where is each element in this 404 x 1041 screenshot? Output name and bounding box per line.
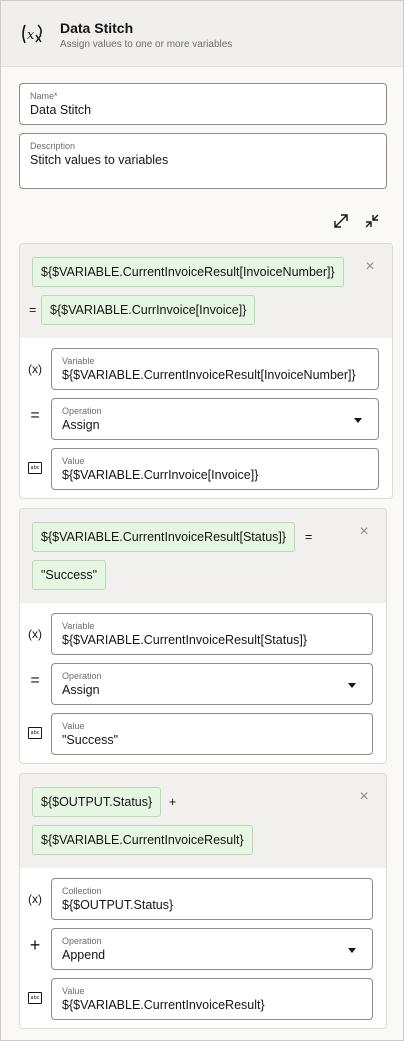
data-stitch-panel: x Data Stitch Assign values to one or mo…	[0, 0, 404, 1041]
collection-field[interactable]: Collection ${$OUTPUT.Status}	[51, 878, 373, 920]
value-field[interactable]: Value "Success"	[51, 713, 373, 755]
collection-chip[interactable]: ${$OUTPUT.Status}	[32, 787, 162, 817]
description-field[interactable]: Description Stitch values to variables	[19, 133, 387, 189]
operator-symbol: =	[29, 303, 37, 317]
value-value[interactable]: "Success"	[62, 733, 118, 747]
variable-label: Variable	[62, 356, 95, 366]
page-subtitle: Assign values to one or more variables	[60, 39, 233, 50]
page-title: Data Stitch	[60, 20, 134, 36]
text-value-icon: abc	[28, 992, 42, 1004]
assignment-card-3: ${$OUTPUT.Status} + ${$VARIABLE.CurrentI…	[19, 773, 387, 1029]
variable-icon: (x)	[28, 362, 42, 376]
assignment-card-1: ${$VARIABLE.CurrentInvoiceResult[Invoice…	[19, 243, 393, 499]
value-field[interactable]: Value ${$VARIABLE.CurrInvoice[Invoice]}	[51, 448, 379, 490]
collection-label: Collection	[62, 886, 102, 896]
x-variable-icon: x	[22, 24, 42, 44]
panel-header: x Data Stitch Assign values to one or mo…	[1, 1, 403, 67]
value-field[interactable]: Value ${$VARIABLE.CurrentInvoiceResult}	[51, 978, 373, 1020]
variable-icon: (x)	[28, 892, 42, 906]
operation-value[interactable]: Assign	[62, 418, 100, 432]
operation-select[interactable]: Operation Append	[51, 928, 373, 970]
card-summary: ${$OUTPUT.Status} + ${$VARIABLE.CurrentI…	[20, 774, 386, 868]
variable-chip[interactable]: ${$VARIABLE.CurrentInvoiceResult[Invoice…	[32, 257, 344, 287]
operation-label: Operation	[62, 936, 102, 946]
variable-label: Variable	[62, 621, 95, 631]
variable-value[interactable]: ${$VARIABLE.CurrentInvoiceResult[Status]…	[62, 633, 307, 647]
equals-icon: =	[30, 407, 40, 424]
expand-icon[interactable]	[332, 212, 350, 230]
operation-select[interactable]: Operation Assign	[51, 398, 379, 440]
collapse-icon[interactable]	[363, 212, 381, 230]
description-label: Description	[30, 141, 76, 151]
chevron-down-icon[interactable]	[348, 683, 356, 688]
value-label: Value	[62, 721, 85, 731]
value-chip[interactable]: "Success"	[32, 560, 107, 590]
assignment-card-2: ${$VARIABLE.CurrentInvoiceResult[Status]…	[19, 508, 387, 764]
text-value-icon: abc	[28, 462, 42, 474]
equals-icon: =	[30, 672, 40, 689]
text-value-icon: abc	[28, 727, 42, 739]
chevron-down-icon[interactable]	[354, 418, 362, 423]
value-value[interactable]: ${$VARIABLE.CurrInvoice[Invoice]}	[62, 468, 258, 482]
card-summary: ${$VARIABLE.CurrentInvoiceResult[Invoice…	[20, 244, 392, 338]
operator-symbol: +	[169, 795, 177, 809]
value-label: Value	[62, 456, 85, 466]
operation-label: Operation	[62, 671, 102, 681]
name-field[interactable]: Name* Data Stitch	[19, 83, 387, 125]
card-summary: ${$VARIABLE.CurrentInvoiceResult[Status]…	[20, 509, 386, 603]
close-icon[interactable]: ×	[363, 259, 377, 275]
variable-icon: (x)	[28, 627, 42, 641]
operation-label: Operation	[62, 406, 102, 416]
operation-value[interactable]: Append	[62, 948, 105, 962]
variable-value[interactable]: ${$VARIABLE.CurrentInvoiceResult[Invoice…	[62, 368, 356, 382]
operator-symbol: =	[305, 530, 313, 544]
value-label: Value	[62, 986, 85, 996]
variable-field[interactable]: Variable ${$VARIABLE.CurrentInvoiceResul…	[51, 613, 373, 655]
operation-select[interactable]: Operation Assign	[51, 663, 373, 705]
name-label: Name*	[30, 91, 58, 101]
variable-field[interactable]: Variable ${$VARIABLE.CurrentInvoiceResul…	[51, 348, 379, 390]
name-value[interactable]: Data Stitch	[30, 103, 91, 117]
svg-text:x: x	[27, 28, 35, 43]
close-icon[interactable]: ×	[357, 524, 371, 540]
close-icon[interactable]: ×	[357, 789, 371, 805]
operation-value[interactable]: Assign	[62, 683, 100, 697]
value-value[interactable]: ${$VARIABLE.CurrentInvoiceResult}	[62, 998, 265, 1012]
plus-icon: +	[29, 935, 41, 955]
value-chip[interactable]: ${$VARIABLE.CurrInvoice[Invoice]}	[41, 295, 256, 325]
value-chip[interactable]: ${$VARIABLE.CurrentInvoiceResult}	[32, 825, 253, 855]
chevron-down-icon[interactable]	[348, 948, 356, 953]
description-value[interactable]: Stitch values to variables	[30, 153, 168, 167]
collection-value[interactable]: ${$OUTPUT.Status}	[62, 898, 173, 912]
variable-chip[interactable]: ${$VARIABLE.CurrentInvoiceResult[Status]…	[32, 522, 296, 552]
